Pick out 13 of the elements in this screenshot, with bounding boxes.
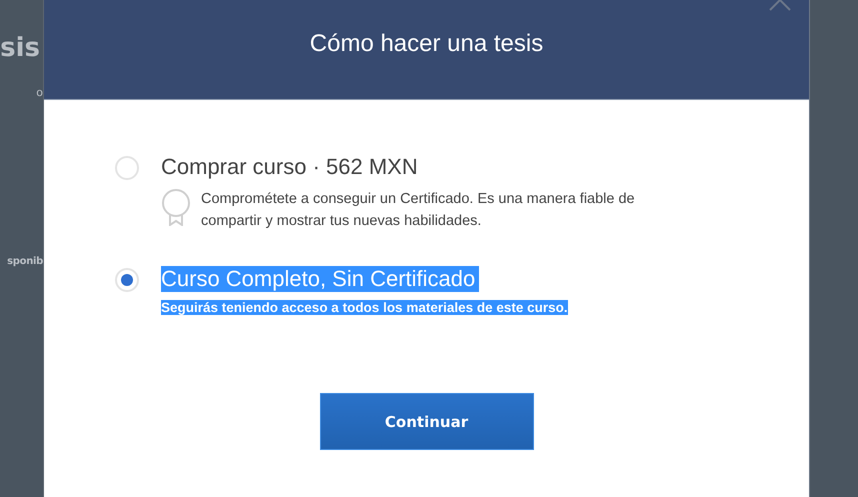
dialog-title: Cómo hacer una tesis (310, 30, 544, 58)
close-icon[interactable] (769, 0, 791, 11)
page-text: o (36, 86, 43, 99)
option-label[interactable]: Curso Completo, Sin Certificado (161, 266, 480, 292)
page-text: sponib (7, 256, 43, 267)
radio-button[interactable] (115, 156, 139, 180)
ribbon-icon (161, 188, 191, 226)
option-label[interactable]: Comprar curso · 562 MXN (161, 154, 422, 180)
page-title: sis (0, 32, 41, 65)
option-description: Seguirás teniendo acceso a todos los materiales de este curso. (161, 300, 568, 315)
option-description: Comprométete a conseguir un Certificado. Es una manera fiable de compartir y mostrar tus nuevas habilidades. (201, 190, 636, 231)
radio-button[interactable] (115, 268, 139, 292)
continue-button[interactable]: Continuar (320, 393, 534, 450)
